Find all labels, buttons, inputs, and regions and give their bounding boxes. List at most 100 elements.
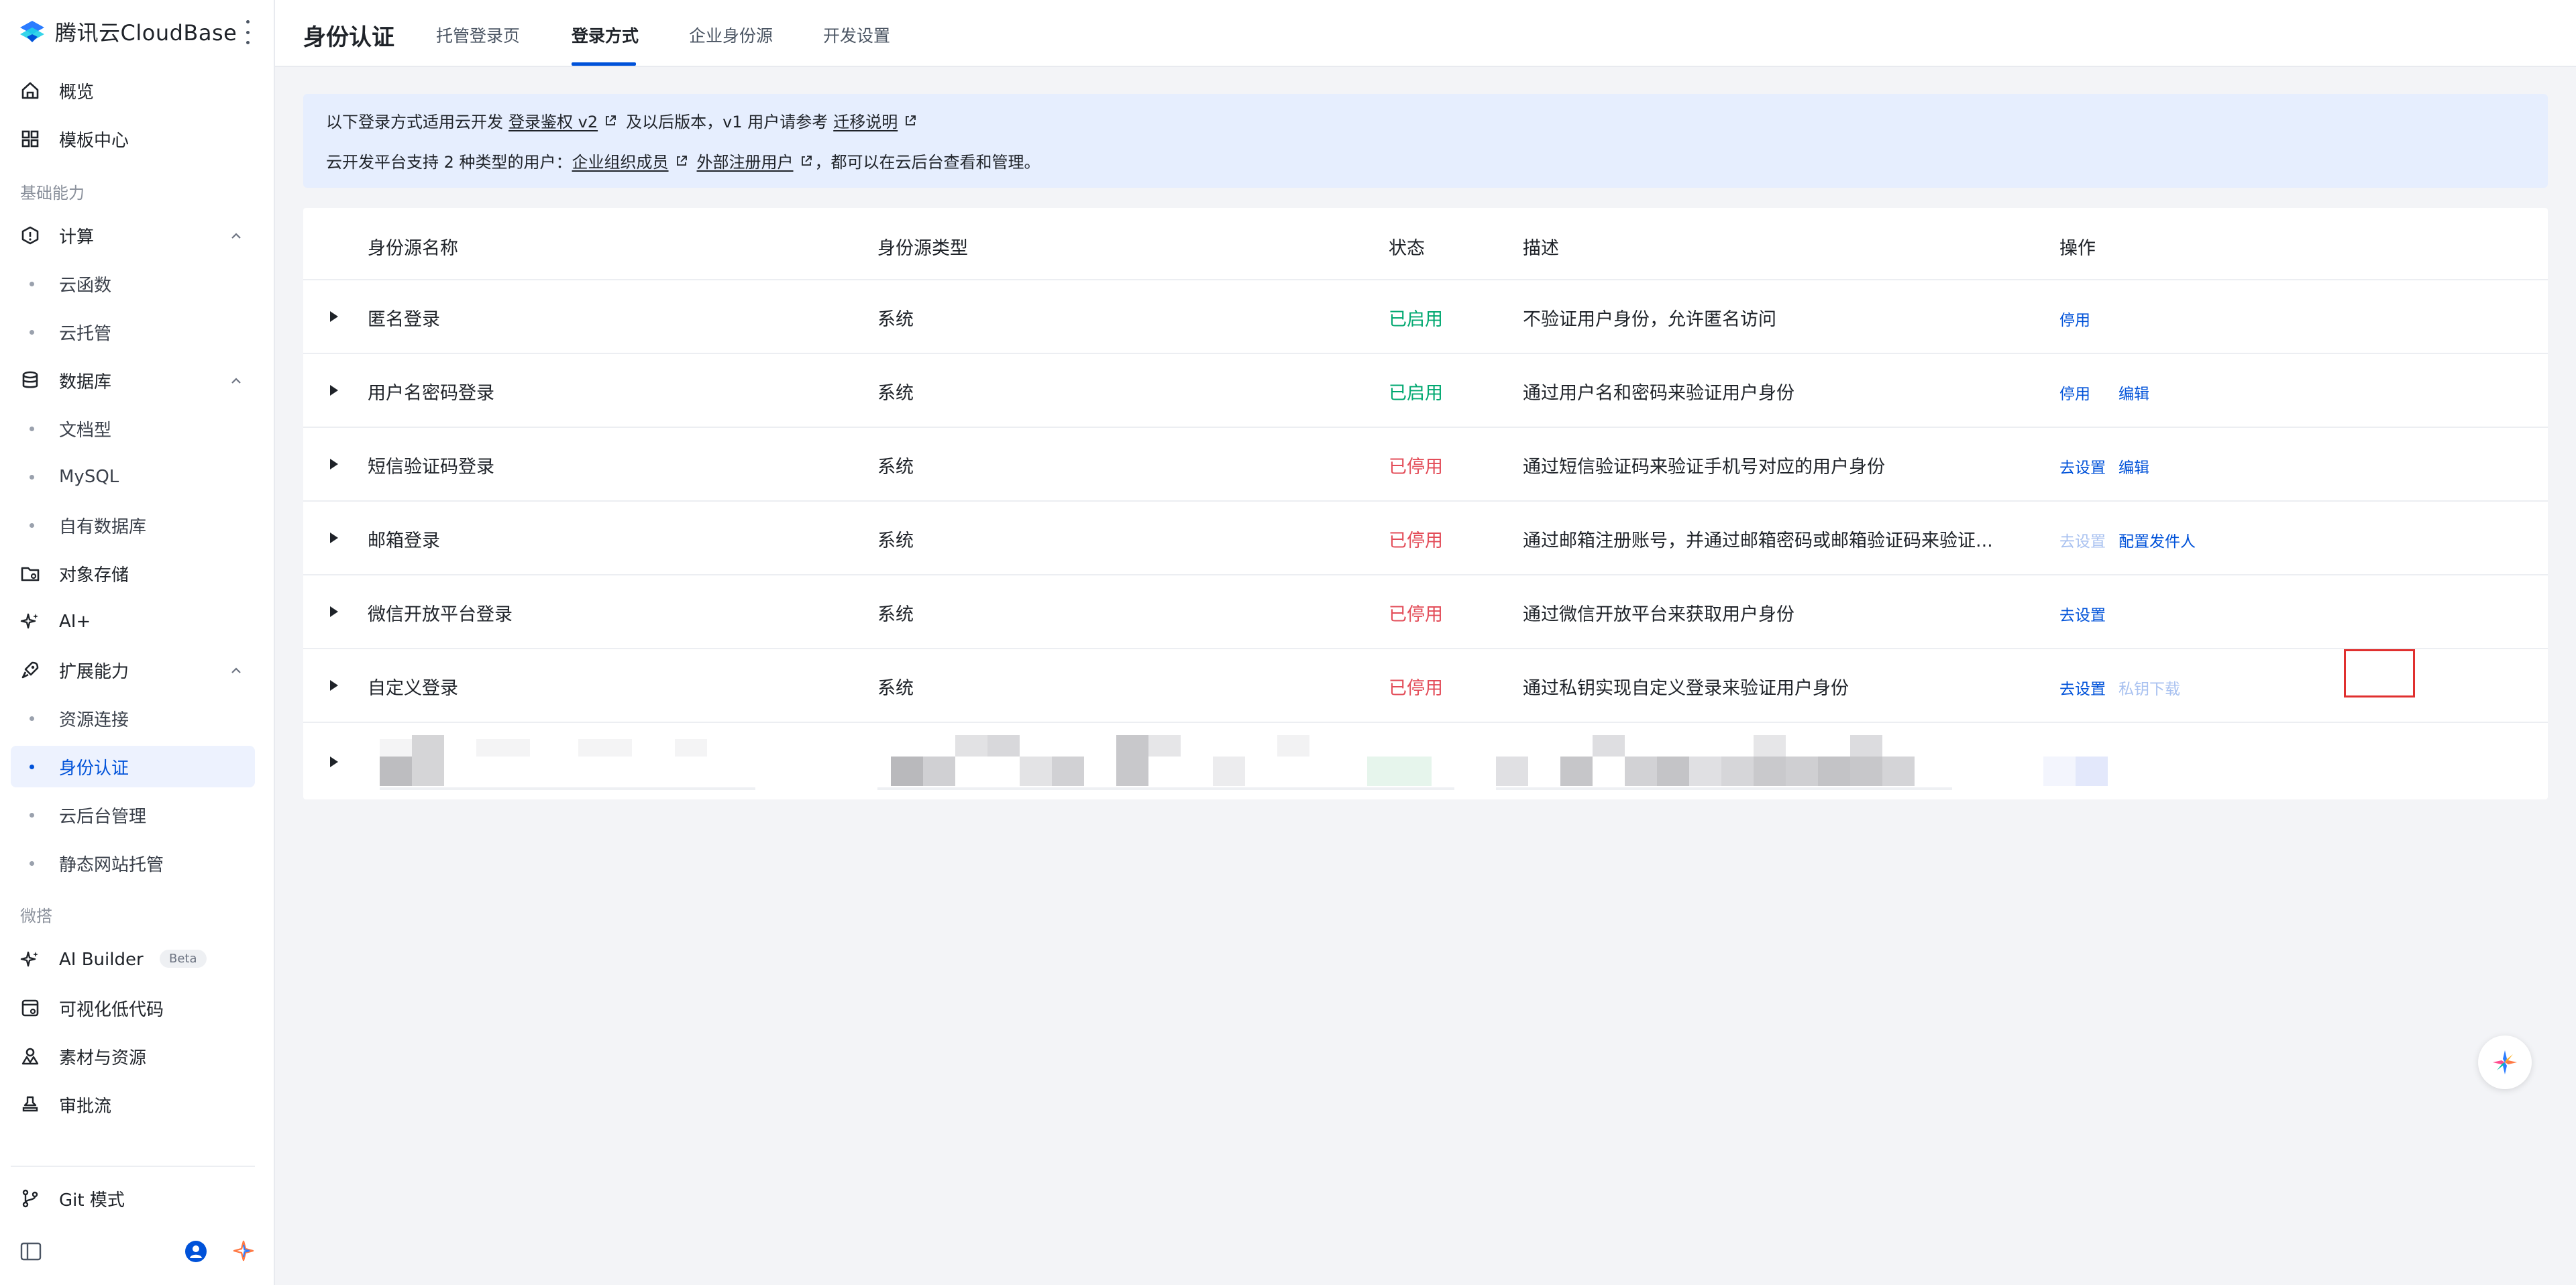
sidebar-item-extensions[interactable]: 扩展能力 bbox=[11, 649, 255, 691]
sidebar-item-static-hosting[interactable]: 静态网站托管 bbox=[11, 842, 255, 884]
person-icon bbox=[190, 1245, 202, 1258]
chevron-up-icon bbox=[231, 233, 241, 239]
notice-line-2: 云开发平台支持 2 种类型的用户： 企业组织成员 外部注册用户 ，都可以在云后台… bbox=[326, 149, 1040, 172]
row-name: 邮箱登录 bbox=[368, 530, 440, 551]
column-header-type: 身份源类型 bbox=[877, 238, 968, 259]
bullet-dot bbox=[30, 813, 34, 818]
tab-dev-settings[interactable]: 开发设置 bbox=[823, 23, 890, 47]
sidebar-item-doc-db[interactable]: 文档型 bbox=[11, 408, 255, 449]
home-icon bbox=[21, 82, 39, 99]
expand-arrow-icon[interactable] bbox=[330, 757, 338, 767]
info-notice: 以下登录方式适用云开发 登录鉴权 v2 及以后版本，v1 用户请参考 迁移说明 … bbox=[303, 94, 2548, 188]
bullet-dot bbox=[30, 330, 34, 335]
folder-icon bbox=[21, 567, 40, 581]
sidebar-item-label: 审批流 bbox=[59, 1096, 112, 1117]
sidebar-item-mysql[interactable]: MySQL bbox=[11, 456, 255, 498]
link-enterprise-members[interactable]: 企业组织成员 bbox=[572, 149, 669, 172]
link-migration-guide[interactable]: 迁移说明 bbox=[833, 109, 898, 132]
rocket-icon bbox=[21, 661, 39, 679]
more-vertical-icon[interactable] bbox=[243, 20, 252, 44]
sidebar-divider bbox=[11, 1166, 255, 1167]
external-link-icon[interactable] bbox=[904, 115, 916, 127]
disable-button[interactable]: 停用 bbox=[2059, 381, 2090, 404]
expand-arrow-icon[interactable] bbox=[330, 680, 338, 691]
column-header-status: 状态 bbox=[1389, 238, 1425, 259]
sidebar-item-cloud-functions[interactable]: 云函数 bbox=[11, 263, 255, 304]
notice-text: 以下登录方式适用云开发 bbox=[326, 113, 503, 131]
sidebar-item-database[interactable]: 数据库 bbox=[11, 359, 255, 401]
notice-text: ，都可以在云后台查看和管理。 bbox=[814, 153, 1040, 172]
user-avatar-icon[interactable] bbox=[185, 1241, 207, 1262]
configure-button: 去设置 bbox=[2059, 533, 2106, 551]
ai-logo-icon bbox=[2493, 1050, 2517, 1074]
sidebar-item-storage[interactable]: 对象存储 bbox=[11, 553, 255, 594]
expand-arrow-icon[interactable] bbox=[330, 385, 338, 396]
sidebar-item-identity[interactable]: 身份认证 bbox=[11, 746, 255, 787]
sidebar-item-own-db[interactable]: 自有数据库 bbox=[11, 504, 255, 546]
tab-enterprise-idp[interactable]: 企业身份源 bbox=[689, 23, 773, 47]
page-title: 身份认证 bbox=[303, 24, 394, 51]
tab-hosted-login[interactable]: 托管登录页 bbox=[436, 23, 520, 47]
sidebar-item-compute[interactable]: 计算 bbox=[11, 215, 255, 256]
row-type: 系统 bbox=[877, 383, 914, 404]
floating-ai-assistant-button[interactable] bbox=[2478, 1036, 2532, 1089]
notice-text: 及以后版本，v1 用户请参考 bbox=[626, 113, 828, 131]
expand-arrow-icon[interactable] bbox=[330, 311, 338, 322]
external-link-icon[interactable] bbox=[800, 155, 812, 167]
expand-arrow-icon[interactable] bbox=[330, 606, 338, 617]
sidebar-item-overview[interactable]: 概览 bbox=[11, 70, 255, 111]
chevron-up-icon bbox=[231, 667, 241, 673]
expand-arrow-icon[interactable] bbox=[330, 459, 338, 469]
sidebar-item-templates[interactable]: 模板中心 bbox=[11, 118, 255, 160]
ai-assistant-icon[interactable] bbox=[232, 1239, 255, 1262]
column-header-description: 描述 bbox=[1523, 238, 1559, 259]
row-name: 匿名登录 bbox=[368, 309, 440, 330]
link-external-users[interactable]: 外部注册用户 bbox=[697, 149, 794, 172]
sidebar-item-label: 模板中心 bbox=[59, 130, 129, 151]
compute-icon bbox=[21, 226, 39, 245]
row-description: 不验证用户身份，允许匿名访问 bbox=[1523, 309, 1776, 330]
row-type: 系统 bbox=[877, 457, 914, 478]
bullet-dot bbox=[30, 716, 34, 721]
row-description: 通过私钥实现自定义登录来验证用户身份 bbox=[1523, 678, 1849, 699]
configure-button[interactable]: 去设置 bbox=[2059, 455, 2106, 478]
sidebar-item-ai-builder[interactable]: AI Builder Beta bbox=[11, 939, 255, 981]
brand[interactable]: 腾讯云CloudBase bbox=[17, 16, 237, 47]
status-badge: 已停用 bbox=[1389, 678, 1443, 699]
sidebar-item-ai[interactable]: AI+ bbox=[11, 601, 255, 642]
configure-button[interactable]: 去设置 bbox=[2059, 676, 2106, 699]
group-label-basic: 基础能力 bbox=[20, 184, 85, 203]
sidebar-item-approval[interactable]: 审批流 bbox=[11, 1084, 255, 1125]
top-bar: 身份认证 托管登录页 登录方式 企业身份源 开发设置 bbox=[275, 0, 2576, 67]
edit-button[interactable]: 编辑 bbox=[2118, 455, 2149, 478]
external-link-icon[interactable] bbox=[676, 155, 688, 167]
sidebar-item-resource-conn[interactable]: 资源连接 bbox=[11, 697, 255, 739]
sidebar-item-label: 概览 bbox=[59, 82, 95, 103]
disable-button[interactable]: 停用 bbox=[2059, 307, 2090, 330]
configure-sender-button[interactable]: 配置发件人 bbox=[2118, 528, 2196, 551]
tab-login-methods[interactable]: 登录方式 bbox=[572, 23, 639, 47]
row-type: 系统 bbox=[877, 309, 914, 330]
table-row: 用户名密码登录 系统 已启用 通过用户名和密码来验证用户身份 停用 编辑 bbox=[303, 353, 2548, 427]
sidebar-item-cloud-hosting[interactable]: 云托管 bbox=[11, 311, 255, 353]
sidebar-item-git-mode[interactable]: Git 模式 bbox=[11, 1178, 255, 1219]
table-row: 短信验证码登录 系统 已停用 通过短信验证码来验证手机号对应的用户身份 去设置 … bbox=[303, 427, 2548, 500]
sidebar-item-backend-mgmt[interactable]: 云后台管理 bbox=[11, 794, 255, 836]
download-private-key-button: 私钥下载 bbox=[2118, 681, 2180, 698]
external-link-icon[interactable] bbox=[604, 115, 616, 127]
edit-button[interactable]: 编辑 bbox=[2118, 381, 2149, 404]
configure-button[interactable]: 去设置 bbox=[2059, 602, 2106, 625]
sidebar-item-label: AI Builder bbox=[59, 950, 144, 970]
row-type: 系统 bbox=[877, 530, 914, 551]
collapse-sidebar-icon[interactable] bbox=[20, 1242, 42, 1261]
sidebar-item-label: 静态网站托管 bbox=[59, 854, 164, 875]
assets-icon bbox=[21, 1048, 39, 1065]
expand-arrow-icon[interactable] bbox=[330, 533, 338, 543]
link-login-auth-v2[interactable]: 登录鉴权 v2 bbox=[508, 109, 598, 132]
row-name: 微信开放平台登录 bbox=[368, 604, 513, 625]
sidebar-item-label: 身份认证 bbox=[59, 758, 129, 779]
sidebar-item-label: 云后台管理 bbox=[59, 806, 147, 827]
bullet-dot bbox=[30, 282, 34, 286]
sidebar-item-assets[interactable]: 素材与资源 bbox=[11, 1036, 255, 1077]
sidebar-item-lowcode[interactable]: 可视化低代码 bbox=[11, 987, 255, 1029]
